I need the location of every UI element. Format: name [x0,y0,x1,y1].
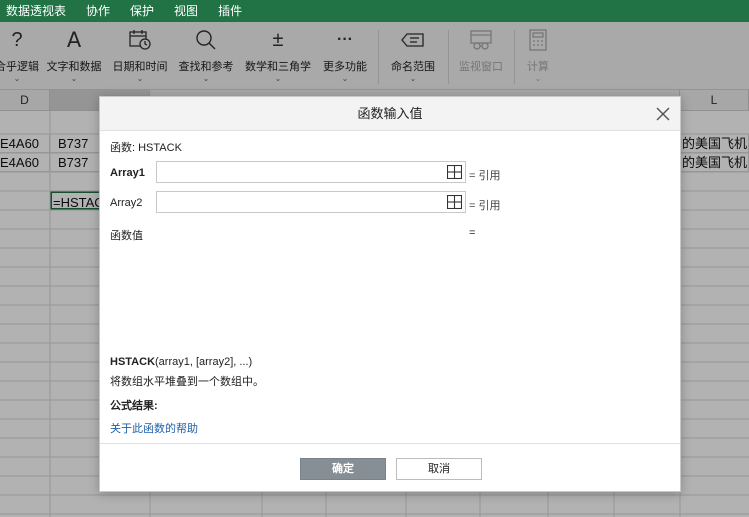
function-name-line: 函数: HSTACK [110,142,182,154]
menu-collaboration[interactable]: 协作 [76,0,120,22]
function-value-eq: = [469,227,476,239]
array2-result: = 引用 [469,200,501,212]
array2-input[interactable] [156,191,466,213]
menu-pivot-table[interactable]: 数据透视表 [0,0,76,22]
menu-protection[interactable]: 保护 [120,0,164,22]
dialog-title: 函数输入值 [100,97,680,131]
menu-plugins[interactable]: 插件 [208,0,252,22]
menu-view[interactable]: 视图 [164,0,208,22]
function-help-link[interactable]: 关于此函数的帮助 [110,420,198,436]
dialog-footer-divider [100,443,680,444]
cancel-button[interactable]: 取消 [396,458,482,480]
function-description: 将数组水平堆叠到一个数组中。 [110,376,264,388]
close-icon[interactable] [654,105,672,123]
array1-result: = 引用 [469,170,501,182]
function-arguments-dialog: 函数输入值 函数: HSTACK Array1 = 引用 Array2 = 引用… [99,96,681,492]
arg-label-array1: Array1 [110,167,145,179]
function-syntax: HSTACK(array1, [array2], ...) [110,356,252,368]
ok-button[interactable]: 确定 [300,458,386,480]
formula-result-label: 公式结果: [110,400,158,412]
range-select-icon[interactable] [447,165,462,179]
syntax-function-name: HSTACK [110,356,156,368]
function-value-label: 函数值 [110,230,143,242]
arg-label-array2: Array2 [110,197,143,209]
syntax-arguments: (array1, [array2], ...) [155,356,253,368]
array1-input[interactable] [156,161,466,183]
menu-bar: 数据透视表 协作 保护 视图 插件 [0,0,749,22]
range-select-icon[interactable] [447,195,462,209]
